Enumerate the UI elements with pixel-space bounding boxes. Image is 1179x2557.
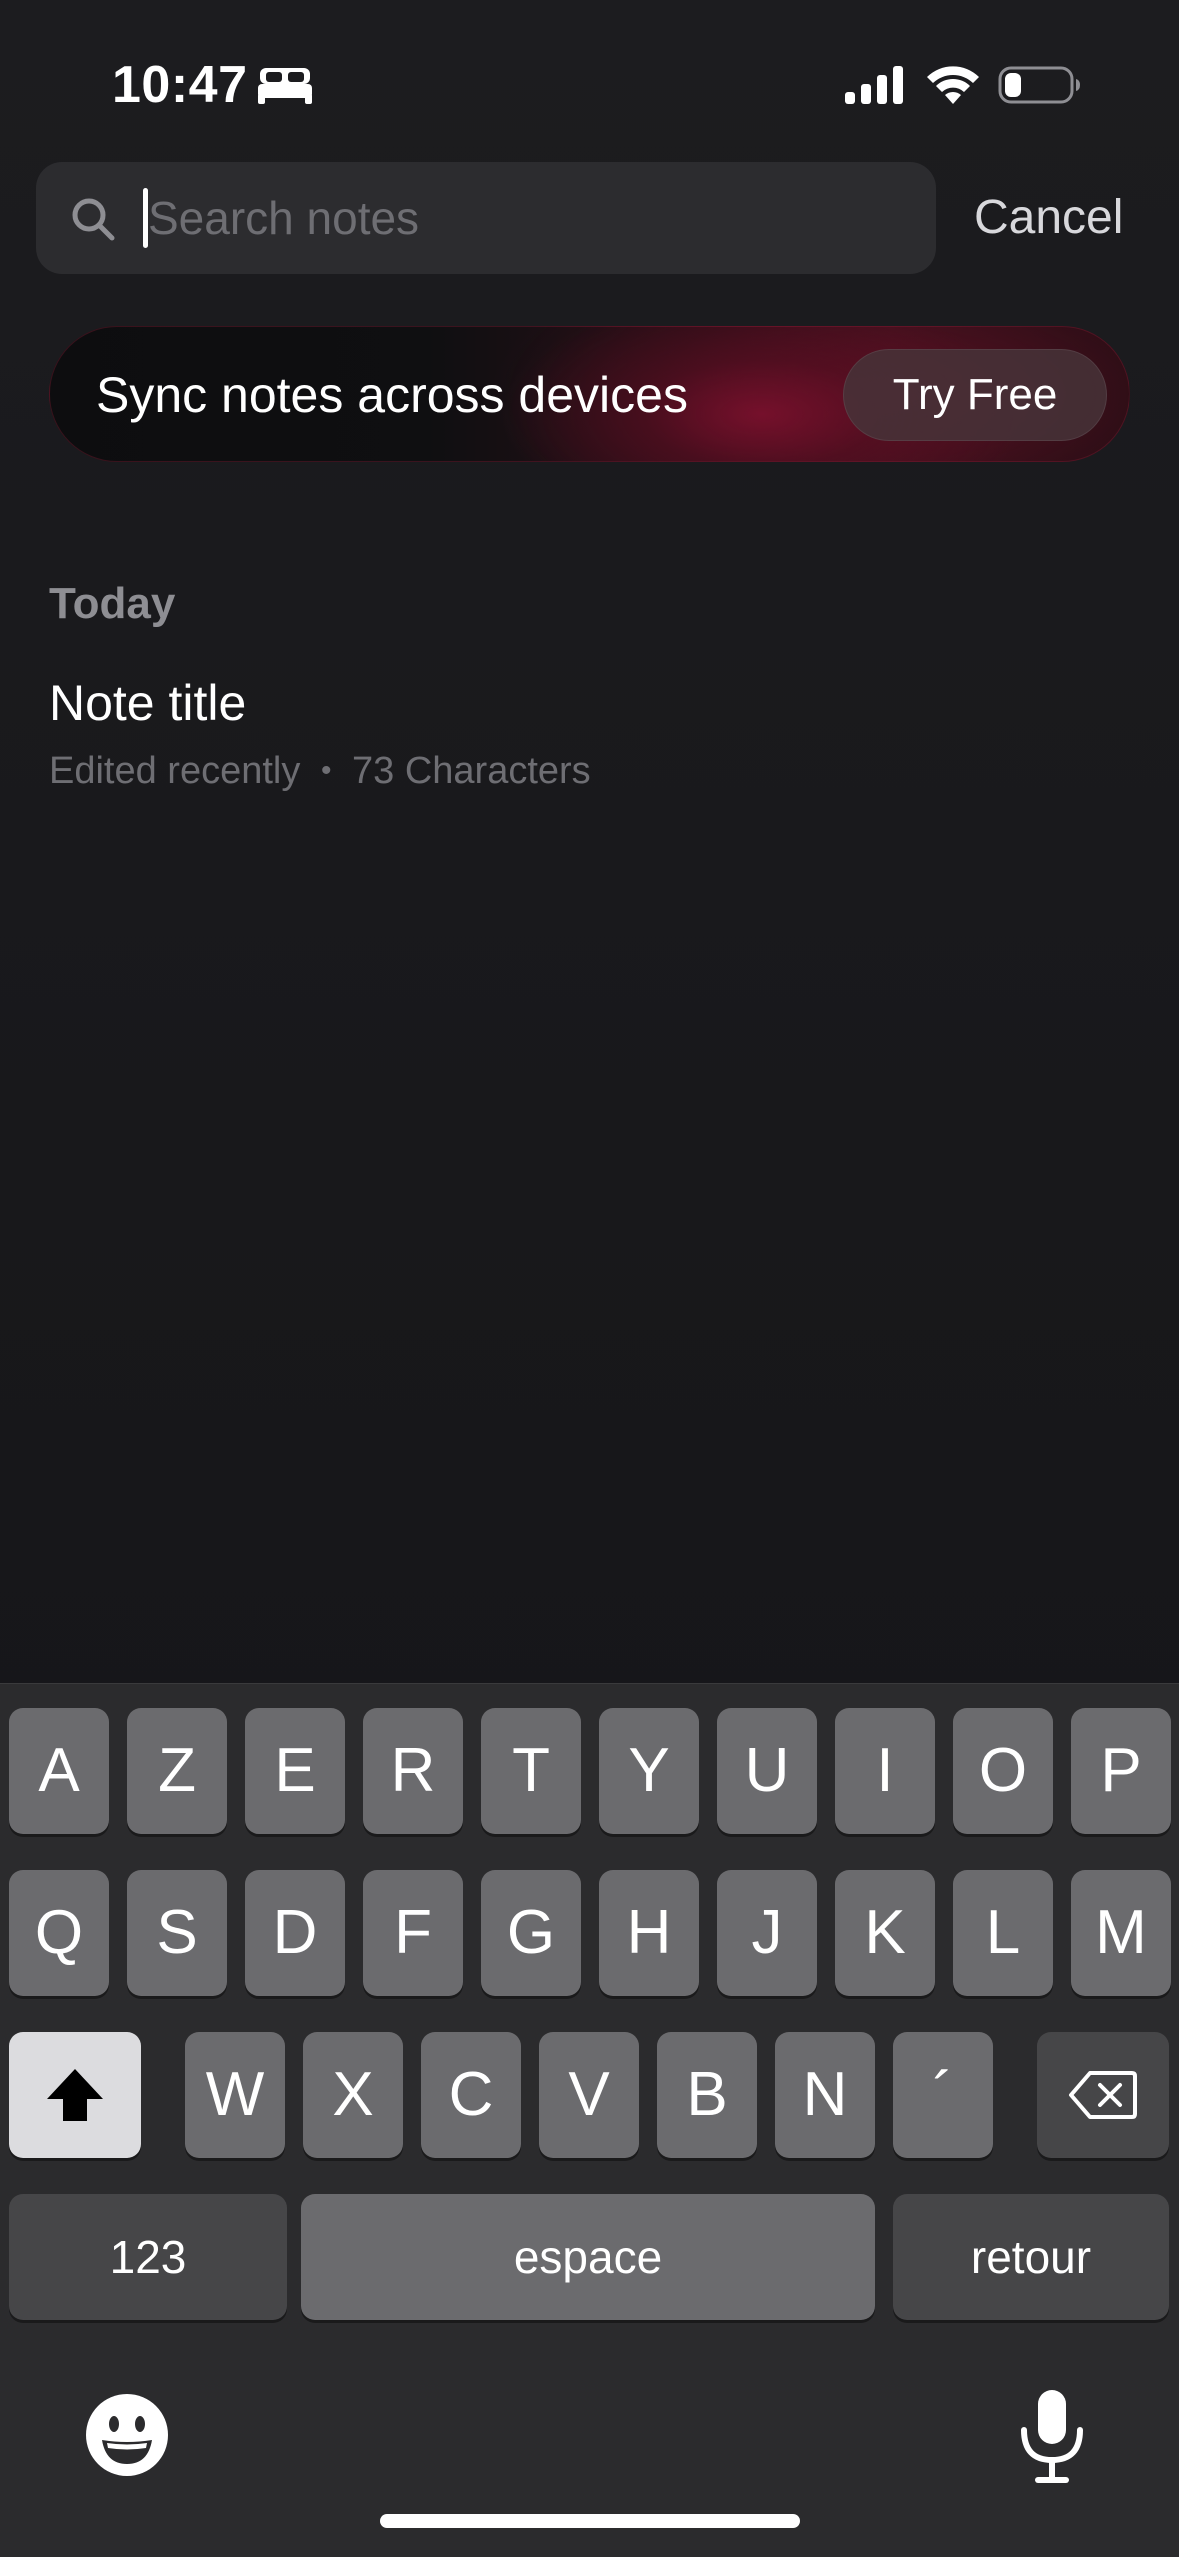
- key-z[interactable]: Z: [127, 1708, 227, 1834]
- text-cursor: [143, 188, 148, 248]
- home-indicator[interactable]: [380, 2514, 800, 2528]
- search-icon: [72, 198, 115, 241]
- key-t[interactable]: T: [481, 1708, 581, 1834]
- key-e[interactable]: E: [245, 1708, 345, 1834]
- note-edited: Edited recently: [49, 750, 301, 792]
- key-v[interactable]: V: [539, 2032, 639, 2158]
- section-header-today: Today: [49, 579, 176, 628]
- key-a[interactable]: A: [9, 1708, 109, 1834]
- wifi-icon: [927, 66, 979, 104]
- key-j[interactable]: J: [717, 1870, 817, 1996]
- search-field[interactable]: Search notes: [36, 162, 936, 274]
- delete-key[interactable]: [1037, 2032, 1169, 2158]
- note-title: Note title: [49, 675, 247, 731]
- cellular-signal-icon: [845, 66, 903, 104]
- emoji-icon[interactable]: [84, 2392, 170, 2478]
- search-placeholder: Search notes: [148, 192, 420, 244]
- note-meta: Edited recently • 73 Characters: [49, 746, 591, 799]
- key-n[interactable]: N: [775, 2032, 875, 2158]
- key-l[interactable]: L: [953, 1870, 1053, 1996]
- promo-text: Sync notes across devices: [96, 367, 688, 423]
- key-d[interactable]: D: [245, 1870, 345, 1996]
- numbers-key[interactable]: 123: [9, 2194, 287, 2320]
- note-list-item[interactable]: Note title Edited recently • 73 Characte…: [49, 672, 1129, 802]
- note-meta-separator: •: [320, 754, 332, 787]
- key-u[interactable]: U: [717, 1708, 817, 1834]
- key-acute-accent[interactable]: ´: [893, 2032, 993, 2158]
- key-x[interactable]: X: [303, 2032, 403, 2158]
- delete-icon: [1069, 2071, 1137, 2119]
- key-y[interactable]: Y: [599, 1708, 699, 1834]
- key-o[interactable]: O: [953, 1708, 1053, 1834]
- shift-icon: [47, 2069, 103, 2121]
- key-h[interactable]: H: [599, 1870, 699, 1996]
- bed-icon: [258, 68, 312, 104]
- cancel-button[interactable]: Cancel: [974, 188, 1123, 248]
- key-g[interactable]: G: [481, 1870, 581, 1996]
- shift-key[interactable]: [9, 2032, 141, 2158]
- key-r[interactable]: R: [363, 1708, 463, 1834]
- microphone-icon[interactable]: [1014, 2386, 1090, 2486]
- try-free-button[interactable]: Try Free: [843, 349, 1107, 441]
- status-time: 10:47: [112, 56, 248, 114]
- key-i[interactable]: I: [835, 1708, 935, 1834]
- key-k[interactable]: K: [835, 1870, 935, 1996]
- space-key[interactable]: espace: [301, 2194, 875, 2320]
- key-c[interactable]: C: [421, 2032, 521, 2158]
- note-characters: 73 Characters: [352, 750, 591, 792]
- key-p[interactable]: P: [1071, 1708, 1171, 1834]
- key-b[interactable]: B: [657, 2032, 757, 2158]
- return-key[interactable]: retour: [893, 2194, 1169, 2320]
- battery-icon: [998, 66, 1080, 104]
- key-f[interactable]: F: [363, 1870, 463, 1996]
- sync-promo-banner[interactable]: Sync notes across devices Try Free: [49, 326, 1130, 462]
- key-s[interactable]: S: [127, 1870, 227, 1996]
- key-m[interactable]: M: [1071, 1870, 1171, 1996]
- key-q[interactable]: Q: [9, 1870, 109, 1996]
- key-w[interactable]: W: [185, 2032, 285, 2158]
- status-bar: 10:47: [0, 0, 1179, 150]
